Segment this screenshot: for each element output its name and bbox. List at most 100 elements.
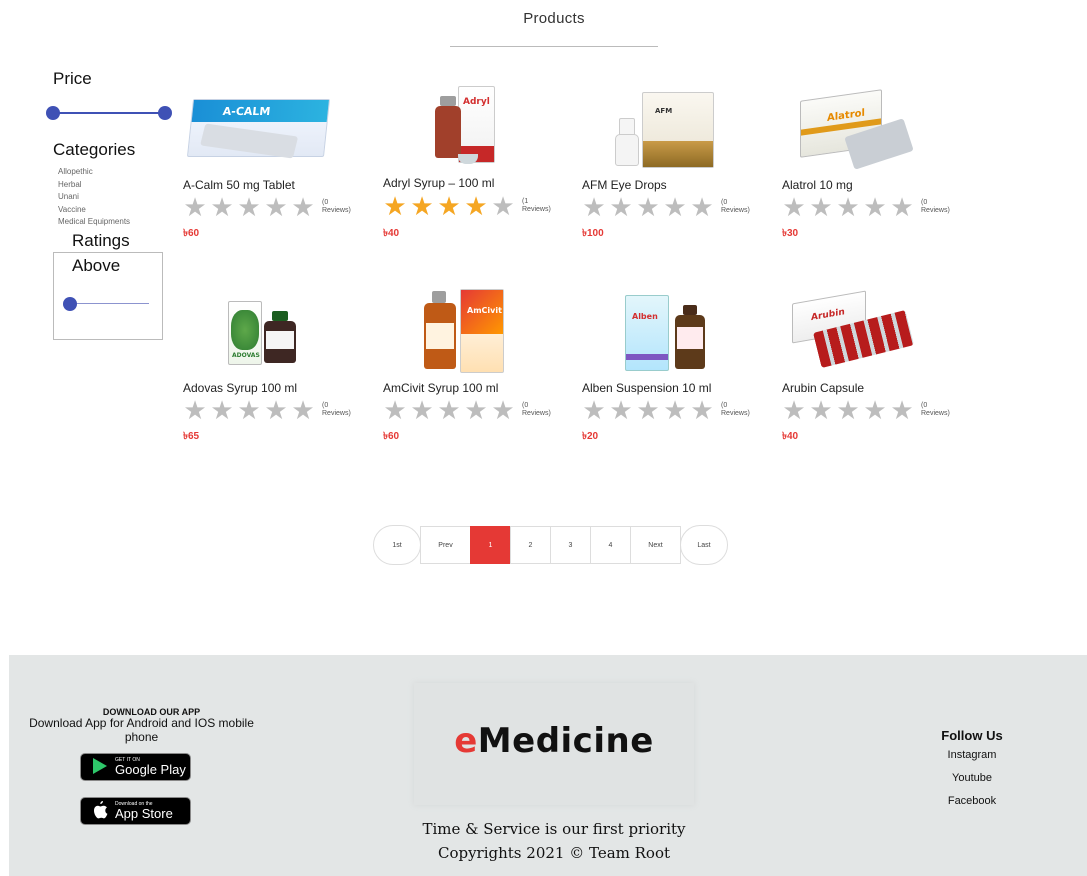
product-image-label: Alben [632,312,658,321]
product-name[interactable]: Adovas Syrup 100 ml [183,381,297,395]
product-card[interactable]: ADOVAS Adovas Syrup 100 ml ★ ★ ★ ★ ★ (0 Revie… [183,287,373,457]
brand-logo-panel: eMedicine [414,683,694,805]
product-price: ৳100 [582,228,604,239]
star-empty-icon: ★ [237,395,261,425]
apple-icon [89,800,111,822]
price-range-slider[interactable] [46,106,172,120]
review-count: (0 Reviews) [522,402,551,417]
ratings-slider-handle[interactable] [63,297,77,311]
product-card[interactable]: AmCivit AmCivit Syrup 100 ml ★ ★ ★ ★ ★ (0 Rev… [383,287,573,457]
star-empty-icon: ★ [183,192,207,222]
star-empty-icon: ★ [237,192,261,222]
star-empty-icon: ★ [410,395,434,425]
brand-logo[interactable]: eMedicine [414,721,694,761]
categories-title: Categories [53,140,136,159]
next-page-button[interactable]: Next [630,526,681,564]
star-empty-icon: ★ [890,395,914,425]
product-price: ৳60 [383,431,400,442]
product-card[interactable]: Arubin Arubin Capsule ★ ★ ★ ★ ★ (0 Reviews) ৳… [782,287,972,457]
rating-stars: ★ ★ ★ ★ ★ (1 Reviews) [383,193,554,219]
star-filled-icon: ★ [383,191,407,221]
price-filter-title: Price [53,69,92,88]
ratings-slider[interactable] [63,297,149,311]
product-image-label: A-CALM [221,105,271,118]
instagram-link[interactable]: Instagram [929,749,1015,761]
google-play-badge[interactable]: GET IT ON Google Play [80,753,191,781]
price-max-handle[interactable] [158,106,172,120]
facebook-link[interactable]: Facebook [929,795,1015,807]
star-empty-icon: ★ [636,192,660,222]
category-item-herbal[interactable]: Herbal [58,179,130,192]
page-button-2[interactable]: 2 [510,526,551,564]
review-count: (0 Reviews) [322,199,351,214]
page-button-3[interactable]: 3 [550,526,591,564]
category-item-unani[interactable]: Unani [58,191,130,204]
youtube-link[interactable]: Youtube [929,772,1015,784]
product-name[interactable]: Alatrol 10 mg [782,178,853,192]
star-filled-icon: ★ [410,191,434,221]
star-empty-icon: ★ [609,192,633,222]
category-item-allopethic[interactable]: Allopethic [58,166,130,179]
product-name[interactable]: A-Calm 50 mg Tablet [183,178,295,192]
ratings-title: Ratings [72,231,130,250]
star-empty-icon: ★ [836,395,860,425]
product-image-label: AmCivit [467,306,502,315]
product-image[interactable]: Adryl [383,82,533,170]
rating-stars: ★ ★ ★ ★ ★ (0 Reviews) [582,194,753,220]
prev-page-button[interactable]: Prev [420,526,471,564]
heading-underline [450,46,658,47]
footer-copyright: Copyrights 2021 © Team Root [437,844,671,862]
star-empty-icon: ★ [609,395,633,425]
product-name[interactable]: AmCivit Syrup 100 ml [383,381,498,395]
star-empty-icon: ★ [636,395,660,425]
product-image[interactable]: AFM [582,84,732,172]
product-card[interactable]: Alatrol Alatrol 10 mg ★ ★ ★ ★ ★ (0 Reviews) ৳… [782,84,972,254]
brand-logo-accent: e [454,721,478,761]
ratings-slider-track [69,303,149,304]
product-image[interactable]: Alatrol [782,84,932,172]
product-price: ৳60 [183,228,200,239]
category-item-medical-equipments[interactable]: Medical Equipments [58,216,130,229]
page-button-1[interactable]: 1 [470,526,511,564]
last-page-button[interactable]: Last [680,525,728,565]
product-price: ৳40 [383,228,400,239]
star-empty-icon: ★ [291,395,315,425]
star-empty-icon: ★ [383,395,407,425]
product-price: ৳30 [782,228,799,239]
product-image[interactable]: Alben [582,287,732,375]
first-page-button[interactable]: 1st [373,525,421,565]
google-play-label: Google Play [115,762,186,777]
pagination: 1st Prev 1 2 3 4 Next Last [373,525,728,565]
product-price: ৳65 [183,431,200,442]
page-button-4[interactable]: 4 [590,526,631,564]
product-price: ৳20 [582,431,599,442]
price-min-handle[interactable] [46,106,60,120]
star-empty-icon: ★ [491,395,515,425]
rating-stars: ★ ★ ★ ★ ★ (0 Reviews) [183,397,354,423]
star-filled-icon: ★ [464,191,488,221]
product-name[interactable]: AFM Eye Drops [582,178,667,192]
product-image[interactable]: Arubin [782,287,932,375]
star-empty-icon: ★ [210,395,234,425]
product-card[interactable]: AFM AFM Eye Drops ★ ★ ★ ★ ★ (0 Reviews) ৳100 [582,84,772,254]
product-name[interactable]: Arubin Capsule [782,381,864,395]
star-empty-icon: ★ [264,395,288,425]
product-image[interactable]: AmCivit [383,287,533,375]
app-store-badge[interactable]: Download on the App Store [80,797,191,825]
app-store-label: App Store [115,806,173,821]
star-empty-icon: ★ [690,192,714,222]
product-name[interactable]: Alben Suspension 10 ml [582,381,711,395]
product-image[interactable]: ADOVAS [183,287,333,375]
star-empty-icon: ★ [863,395,887,425]
product-image-label: Arubin [810,307,845,324]
product-card[interactable]: Alben Alben Suspension 10 ml ★ ★ ★ ★ ★ (0 Rev… [582,287,772,457]
category-item-vaccine[interactable]: Vaccine [58,204,130,217]
product-name[interactable]: Adryl Syrup – 100 ml [383,176,494,190]
star-empty-icon: ★ [890,192,914,222]
footer: DOWNLOAD OUR APP Download App for Androi… [9,655,1087,876]
product-image[interactable]: A-CALM [183,84,333,172]
product-card[interactable]: A-CALM A-Calm 50 mg Tablet ★ ★ ★ ★ ★ (0 Revie… [183,84,373,254]
product-card[interactable]: Adryl Adryl Syrup – 100 ml ★ ★ ★ ★ ★ (1 Revie… [383,82,573,252]
brand-logo-text: Medicine [477,721,654,761]
review-count: (0 Reviews) [322,402,351,417]
